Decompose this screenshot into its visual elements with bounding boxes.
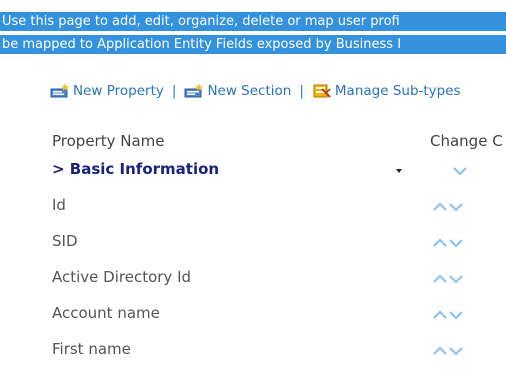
move-down-icon[interactable] <box>449 310 463 320</box>
table-row[interactable]: Account name <box>0 304 506 340</box>
section-label[interactable]: > Basic Information <box>52 160 219 178</box>
move-up-icon[interactable] <box>433 202 447 212</box>
move-down-icon[interactable] <box>449 274 463 284</box>
new-section-link[interactable]: New Section <box>184 83 291 99</box>
move-down-icon[interactable] <box>449 238 463 248</box>
table-row[interactable]: Active Directory Id <box>0 268 506 304</box>
new-section-icon <box>184 83 204 98</box>
intro-line-2: be mapped to Application Entity Fields e… <box>0 35 506 54</box>
section-row-basic-information[interactable]: > Basic Information <box>0 160 506 196</box>
property-name-cell: SID <box>52 232 78 250</box>
new-property-icon <box>50 83 69 98</box>
property-name-cell: Id <box>52 196 66 214</box>
property-name-cell: Active Directory Id <box>52 268 192 286</box>
intro-line-1: Use this page to add, edit, organize, de… <box>0 12 506 31</box>
property-name-cell: Account name <box>52 304 160 322</box>
toolbar-separator: | <box>299 83 304 99</box>
manage-subtypes-link[interactable]: Manage Sub-types <box>312 83 461 99</box>
move-up-icon[interactable] <box>433 346 447 356</box>
toolbar: New Property | New Section | Manage Sub-… <box>50 80 461 102</box>
new-property-link[interactable]: New Property <box>50 83 164 99</box>
manage-subtypes-icon <box>313 84 331 98</box>
move-down-icon[interactable] <box>453 166 467 176</box>
table-row[interactable]: Id <box>0 196 506 232</box>
property-name-cell: First name <box>52 340 131 358</box>
change-order-header: Change C <box>430 132 503 150</box>
manage-subtypes-label: Manage Sub-types <box>334 83 461 99</box>
new-section-label: New Section <box>207 83 292 99</box>
property-name-header: Property Name <box>52 132 165 150</box>
move-up-icon[interactable] <box>433 274 447 284</box>
intro-text: Use this page to add, edit, organize, de… <box>0 12 506 58</box>
table-row[interactable]: First name <box>0 340 506 376</box>
move-down-icon[interactable] <box>449 202 463 212</box>
move-down-icon[interactable] <box>449 346 463 356</box>
table-row[interactable]: SID <box>0 232 506 268</box>
toolbar-separator: | <box>171 83 177 99</box>
move-up-icon[interactable] <box>433 238 447 248</box>
move-up-icon[interactable] <box>433 310 447 320</box>
caret-down-icon[interactable] <box>396 169 402 173</box>
new-property-label: New Property <box>73 83 164 99</box>
